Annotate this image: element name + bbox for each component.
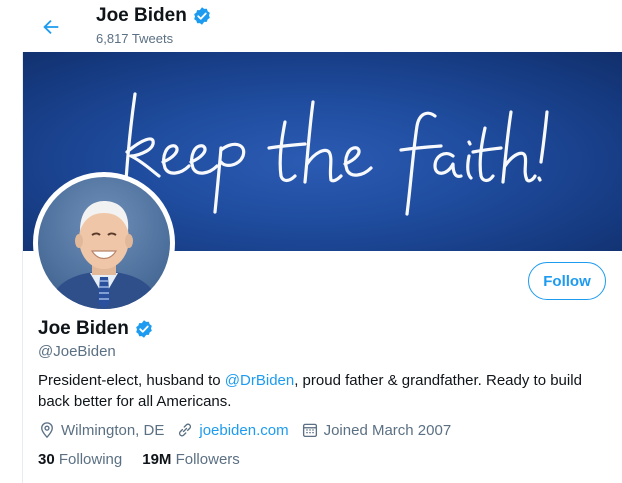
- profile-name: Joe Biden: [38, 318, 129, 339]
- joined-item: Joined March 2007: [301, 421, 452, 439]
- following-count: 30: [38, 451, 55, 468]
- verified-badge-icon: [135, 320, 152, 338]
- avatar-portrait: [48, 201, 160, 309]
- follow-button[interactable]: Follow: [528, 262, 606, 300]
- tweet-count: 6,817 Tweets: [96, 31, 174, 46]
- location-text: Wilmington, DE: [61, 421, 165, 439]
- website-item: joebiden.com: [176, 421, 289, 439]
- profile-handle: @JoeBiden: [38, 343, 116, 360]
- calendar-icon: [302, 423, 317, 438]
- arrow-left-icon: [43, 19, 59, 35]
- location-pin-icon: [41, 422, 53, 439]
- following-label: Following: [58, 451, 123, 468]
- followers-link[interactable]: 19M Followers: [142, 451, 240, 468]
- link-icon: [179, 423, 192, 437]
- profile-stats: 30 Following 19M Followers: [38, 451, 240, 468]
- header-name: Joe Biden: [96, 5, 187, 26]
- bio-text-start: President-elect, husband to: [38, 372, 225, 389]
- profile-name-row: Joe Biden: [38, 318, 154, 340]
- followers-count: 19M: [142, 451, 172, 468]
- verified-badge-icon: [193, 7, 210, 25]
- joined-text: Joined March 2007: [323, 421, 452, 439]
- following-link[interactable]: 30 Following: [38, 451, 122, 468]
- bio-mention-link[interactable]: @DrBiden: [225, 372, 294, 389]
- profile-avatar[interactable]: [38, 177, 170, 309]
- followers-label: Followers: [175, 451, 240, 468]
- header-title: Joe Biden: [96, 5, 212, 27]
- profile-bio: President-elect, husband to @DrBiden, pr…: [38, 370, 598, 412]
- profile-meta: Wilmington, DE joebiden.com Joined March…: [38, 421, 463, 439]
- website-link[interactable]: joebiden.com: [199, 422, 288, 439]
- location-item: Wilmington, DE: [38, 421, 164, 439]
- back-button[interactable]: [34, 10, 68, 44]
